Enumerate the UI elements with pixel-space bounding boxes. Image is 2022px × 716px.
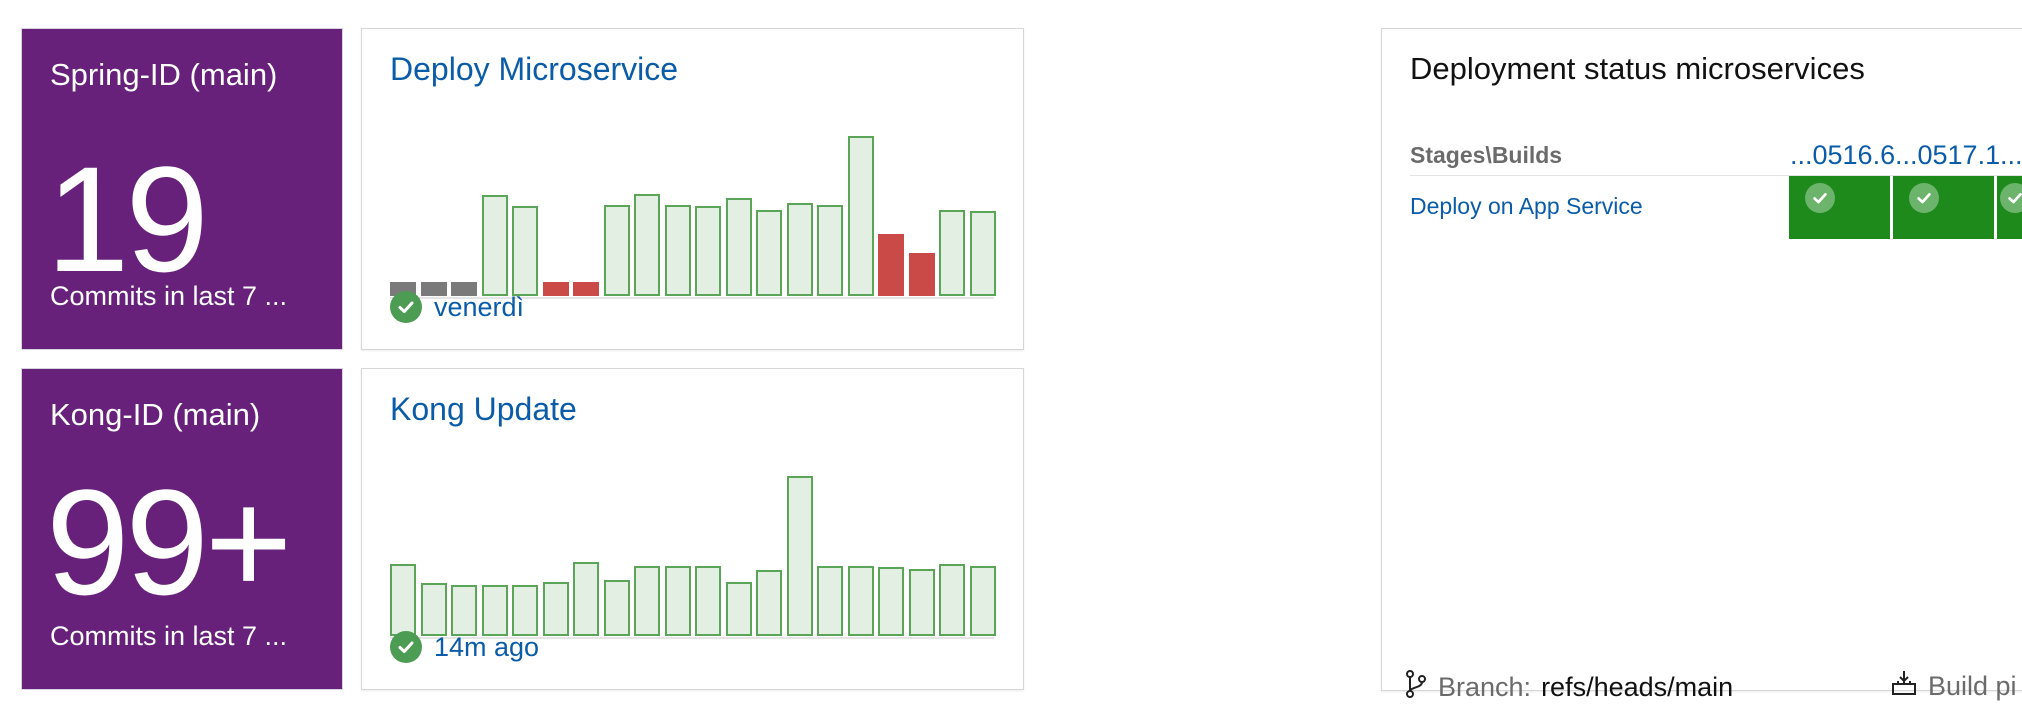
success-check-icon [2000, 183, 2022, 213]
commits-tile-spring[interactable]: Spring-ID (main) 19 Commits in last 7 ..… [21, 28, 343, 350]
build-bar[interactable] [725, 582, 752, 636]
build-bar[interactable] [634, 566, 660, 636]
build-bar[interactable] [664, 205, 691, 296]
tile-subtitle: Commits in last 7 ... [50, 621, 288, 651]
build-pipeline-icon [1890, 669, 1918, 704]
build-bar[interactable] [420, 583, 447, 636]
deployment-status-widget: Deployment status microservices Stages\B… [1381, 28, 2022, 702]
stage-link[interactable]: Deploy on App Service [1410, 193, 1643, 220]
build-pipeline-label: Build pi [1928, 671, 2017, 701]
success-check-icon [390, 631, 422, 663]
pipeline-card-deploy-microservice: Deploy Microservice venerdì [361, 28, 1024, 350]
build-bar[interactable] [908, 253, 935, 296]
build-bar[interactable] [603, 205, 630, 296]
build-link[interactable]: ... [2000, 140, 2022, 171]
last-run-status[interactable]: venerdì [390, 291, 524, 323]
pipeline-card-kong-update: Kong Update 14m ago [361, 368, 1024, 690]
build-bar[interactable] [878, 567, 904, 636]
build-bar[interactable] [695, 206, 721, 296]
build-bar[interactable] [603, 580, 630, 636]
build-bar[interactable] [481, 585, 508, 636]
build-link[interactable]: ...0517.1 [1895, 140, 2000, 171]
widget-title: Deployment status microservices [1410, 51, 1865, 86]
last-run-time: venerdì [434, 291, 525, 322]
pipeline-title-link[interactable]: Kong Update [390, 391, 577, 428]
build-bar[interactable] [847, 566, 874, 636]
build-bar[interactable] [786, 203, 813, 296]
success-check-icon [1909, 183, 1939, 213]
build-bar[interactable] [390, 564, 416, 636]
build-bar[interactable] [634, 194, 660, 296]
stage-result-cell[interactable] [1789, 176, 1890, 239]
build-bar[interactable] [573, 562, 599, 636]
build-bar[interactable] [756, 570, 782, 636]
build-bar[interactable] [756, 210, 782, 296]
build-bar[interactable] [878, 234, 904, 296]
build-history-chart [390, 115, 996, 299]
build-bar[interactable] [817, 205, 843, 296]
pipeline-title-link[interactable]: Deploy Microservice [390, 51, 678, 88]
last-run-status[interactable]: 14m ago [390, 631, 539, 663]
build-bar[interactable] [939, 210, 965, 296]
branch-label: Branch: [1438, 672, 1532, 702]
commit-count: 99+ [46, 458, 292, 626]
build-bar[interactable] [969, 211, 996, 296]
last-run-time: 14m ago [434, 631, 540, 662]
build-bar[interactable] [664, 566, 691, 636]
stage-result-cell[interactable] [1893, 176, 1994, 239]
build-bar[interactable] [512, 585, 538, 636]
success-check-icon [390, 291, 422, 323]
build-bar[interactable] [451, 585, 477, 636]
build-bar[interactable] [939, 564, 965, 636]
tile-title: Spring-ID (main) [50, 57, 278, 92]
build-bar[interactable] [542, 282, 569, 296]
build-bar[interactable] [481, 195, 508, 296]
build-bar[interactable] [847, 136, 874, 296]
build-bar[interactable] [725, 198, 752, 296]
build-bar[interactable] [573, 282, 599, 296]
build-bar[interactable] [695, 566, 721, 636]
commits-tile-kong[interactable]: Kong-ID (main) 99+ Commits in last 7 ... [21, 368, 343, 690]
success-check-icon [1805, 183, 1835, 213]
build-bar[interactable] [817, 566, 843, 636]
stages-builds-header: Stages\Builds [1410, 142, 1563, 168]
branch-icon [1404, 669, 1428, 706]
branch-value: refs/heads/main [1541, 672, 1734, 702]
build-bar[interactable] [786, 476, 813, 636]
build-bar[interactable] [512, 206, 538, 296]
build-bar[interactable] [542, 582, 569, 636]
stage-result-cell[interactable] [1997, 176, 2022, 239]
build-bar[interactable] [908, 569, 935, 636]
branch-filter[interactable]: Branch: refs/heads/main [1404, 669, 1733, 706]
build-history-chart [390, 455, 996, 639]
tile-title: Kong-ID (main) [50, 397, 261, 432]
tile-subtitle: Commits in last 7 ... [50, 281, 288, 311]
build-bar[interactable] [969, 566, 996, 636]
build-link[interactable]: ...0516.6 [1790, 140, 1895, 171]
commit-count: 19 [46, 135, 209, 303]
build-pipeline-filter[interactable]: Build pi [1890, 669, 2017, 704]
